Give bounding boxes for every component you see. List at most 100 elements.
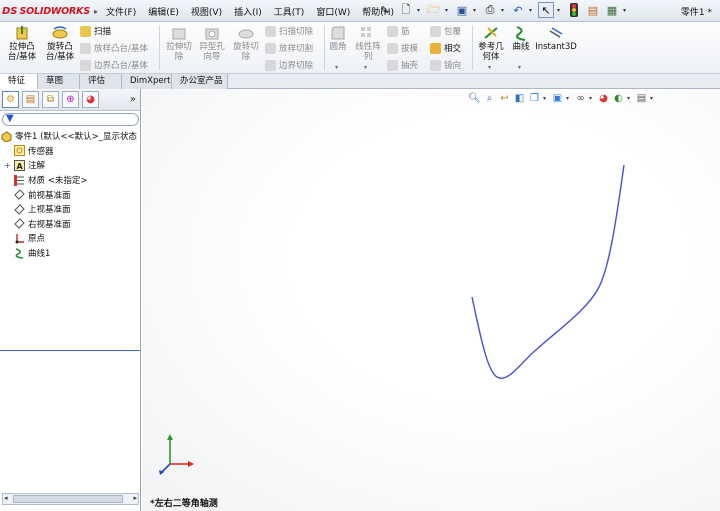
- scroll-right-icon[interactable]: ▸: [133, 494, 137, 502]
- select-dropdown[interactable]: ▾: [557, 7, 563, 14]
- tree-horizontal-scrollbar[interactable]: ◂ ▸: [2, 493, 139, 505]
- tree-node-front-plane[interactable]: 前视基准面: [0, 187, 140, 202]
- separator: [472, 26, 473, 70]
- property-manager-tab-icon[interactable]: ▤: [22, 91, 39, 108]
- rebuild-icon[interactable]: [566, 2, 582, 18]
- open-folder-icon[interactable]: 🗁: [426, 2, 442, 18]
- curves-icon: [512, 25, 530, 41]
- curves-button[interactable]: 曲线: [509, 25, 533, 52]
- intersect-button[interactable]: 相交: [430, 41, 461, 55]
- menu-window[interactable]: 窗口(W): [310, 4, 356, 19]
- extrude-cut-button[interactable]: 拉伸切 除: [163, 25, 195, 62]
- undo-icon[interactable]: ↶: [510, 2, 526, 18]
- sweep-icon: [80, 25, 91, 37]
- revolve-cut-button[interactable]: 旋转切 除: [230, 25, 262, 62]
- instant3d-button[interactable]: Instant3D: [535, 25, 577, 52]
- extrude-cut-label: 拉伸切 除: [166, 42, 192, 62]
- tree-node-label: 右视基准面: [28, 219, 71, 230]
- extrude-boss-button[interactable]: 拉伸凸 台/基体: [6, 25, 38, 62]
- tree-node-origin[interactable]: 原点: [0, 231, 140, 246]
- options-icon[interactable]: ▦: [604, 2, 620, 18]
- open-dropdown[interactable]: ▾: [445, 7, 451, 14]
- swept-cut-icon: [265, 25, 276, 37]
- tab-features[interactable]: 特征: [0, 74, 38, 89]
- menu-edit[interactable]: 编辑(E): [142, 4, 185, 19]
- file-props-icon[interactable]: ▤: [585, 2, 601, 18]
- pattern-dropdown[interactable]: ▾: [364, 64, 367, 71]
- sweep-button[interactable]: 扫描: [80, 24, 111, 38]
- print-icon[interactable]: ⎙: [482, 2, 498, 18]
- boundary-cut-icon: [265, 59, 276, 71]
- save-dropdown[interactable]: ▾: [473, 7, 479, 14]
- logo-arrow-icon[interactable]: ▸: [94, 7, 98, 16]
- boundary-boss-icon: [80, 59, 91, 71]
- lofted-cut-icon: [265, 42, 276, 54]
- select-icon[interactable]: ↖: [538, 2, 554, 18]
- tree-node-right-plane[interactable]: 右视基准面: [0, 217, 140, 232]
- boundary-cut-button[interactable]: 边界切除: [265, 58, 313, 72]
- options-dropdown[interactable]: ▾: [623, 7, 629, 14]
- dimxpert-manager-tab-icon[interactable]: ⊕: [62, 91, 79, 108]
- undo-dropdown[interactable]: ▾: [529, 7, 535, 14]
- menu-bar: 文件(F) 编辑(E) 视图(V) 插入(I) 工具(T) 窗口(W) 帮助(H…: [100, 4, 400, 19]
- scrollbar-thumb[interactable]: [13, 495, 123, 503]
- print-dropdown[interactable]: ▾: [501, 7, 507, 14]
- loft-boss-button[interactable]: 放样凸台/基体: [80, 41, 148, 55]
- tree-node-material[interactable]: 材质 <未指定>: [0, 173, 140, 188]
- mirror-button[interactable]: 镜向: [430, 58, 461, 72]
- tree-node-top-plane[interactable]: 上视基准面: [0, 202, 140, 217]
- menu-file[interactable]: 文件(F): [100, 4, 142, 19]
- hole-wizard-button[interactable]: 异型孔 向导: [196, 25, 228, 62]
- tree-rollback-bar[interactable]: [0, 350, 140, 351]
- instant3d-icon: [547, 25, 565, 41]
- draft-button[interactable]: 拔模: [387, 41, 418, 55]
- linear-pattern-button[interactable]: 线性阵 列: [352, 25, 384, 62]
- lofted-cut-button[interactable]: 放样切割: [265, 41, 313, 55]
- tree-node-sensors[interactable]: 传感器: [0, 144, 140, 159]
- ref-geometry-dropdown[interactable]: ▾: [488, 64, 491, 71]
- boundary-boss-button[interactable]: 边界凸台/基体: [80, 58, 148, 72]
- tree-filter[interactable]: ▼: [2, 113, 139, 126]
- scroll-left-icon[interactable]: ◂: [4, 494, 8, 502]
- configuration-manager-tab-icon[interactable]: ⧉: [42, 91, 59, 108]
- fillet-icon: [329, 25, 347, 41]
- lofted-cut-label: 放样切割: [279, 44, 314, 54]
- reference-geometry-button[interactable]: 参考几 何体: [475, 25, 507, 62]
- curve1-sketch[interactable]: [142, 89, 720, 511]
- curves-dropdown[interactable]: ▾: [518, 64, 521, 71]
- fillet-button[interactable]: 圆角: [327, 25, 349, 52]
- tree-node-curve1[interactable]: 曲线1: [0, 246, 140, 261]
- menu-insert[interactable]: 插入(I): [228, 4, 268, 19]
- rib-button[interactable]: 筋: [387, 24, 410, 38]
- sweep-label: 扫描: [94, 27, 112, 37]
- menu-view[interactable]: 视图(V): [185, 4, 228, 19]
- expand-icon[interactable]: +: [4, 161, 12, 170]
- revolve-boss-button[interactable]: 旋转凸 台/基体: [42, 25, 78, 62]
- menu-help[interactable]: 帮助(H): [356, 4, 400, 19]
- display-manager-tab-icon[interactable]: ◕: [82, 91, 99, 108]
- tab-dimxpert[interactable]: DimXpert: [122, 74, 172, 89]
- swept-cut-button[interactable]: 扫描切除: [265, 24, 313, 38]
- save-icon[interactable]: ▣: [454, 2, 470, 18]
- collapse-panel-icon[interactable]: »: [130, 94, 136, 105]
- new-doc-dropdown[interactable]: ▾: [417, 7, 423, 14]
- linear-pattern-label: 线性阵 列: [355, 42, 381, 62]
- menu-tools[interactable]: 工具(T): [268, 4, 311, 19]
- manager-tabs: ⚙ ▤ ⧉ ⊕ ◕ »: [0, 89, 140, 111]
- solidworks-logo[interactable]: DS SOLIDWORKS ▸: [2, 3, 98, 19]
- tree-node-part[interactable]: 零件1 (默认<<默认>_显示状态: [0, 129, 140, 144]
- tree-node-annotations[interactable]: + A 注解: [0, 158, 140, 173]
- curve1-path[interactable]: [471, 164, 625, 379]
- fillet-dropdown[interactable]: ▾: [335, 64, 338, 71]
- tree-node-label: 前视基准面: [28, 190, 71, 201]
- pin-icon[interactable]: ✎: [380, 4, 389, 17]
- graphics-area[interactable]: 🔍︎ ⌕ ↩ ◧ ❒ ▾ ▣ ▾ ∞ ▾ ◕ ◐ ▾ ▤ ▾ *左右二等角轴测: [142, 89, 720, 511]
- shell-button[interactable]: 抽壳: [387, 58, 418, 72]
- new-doc-icon[interactable]: 🗋: [398, 2, 414, 18]
- tab-office-products[interactable]: 办公室产品: [172, 74, 228, 89]
- tab-sketch[interactable]: 草图: [38, 74, 80, 89]
- feature-manager-tab-icon[interactable]: ⚙: [2, 91, 19, 108]
- tab-evaluate[interactable]: 评估: [80, 74, 122, 89]
- wrap-button[interactable]: 包覆: [430, 24, 461, 38]
- revolve-boss-label: 旋转凸 台/基体: [45, 42, 75, 62]
